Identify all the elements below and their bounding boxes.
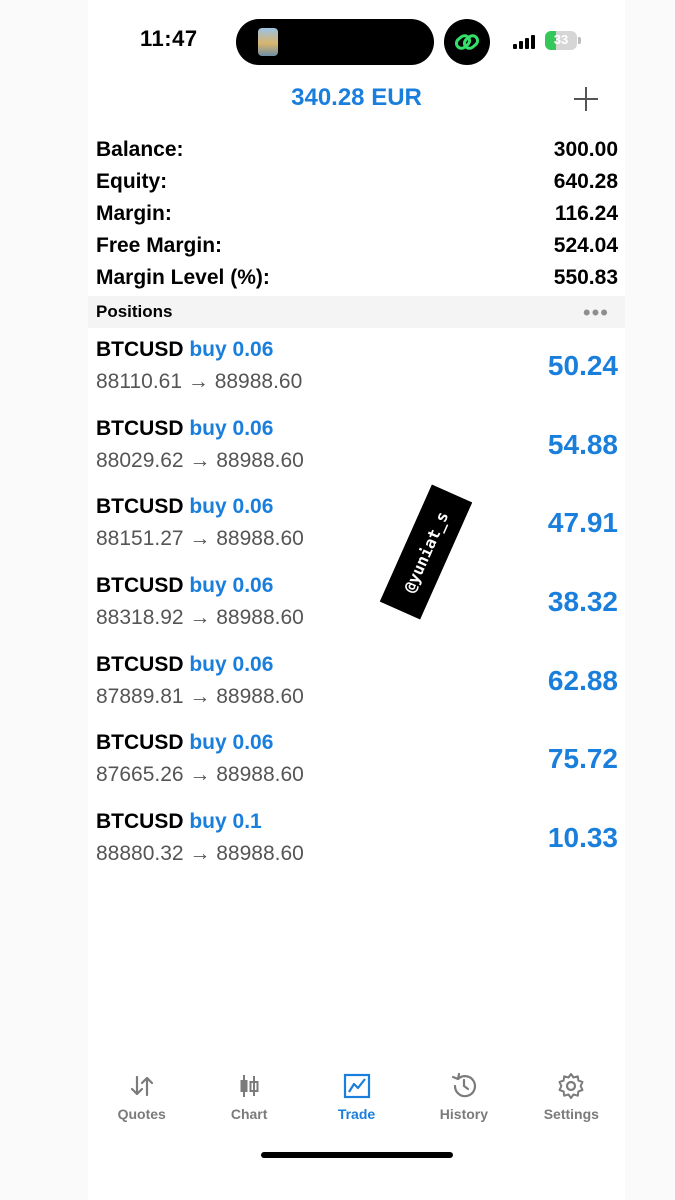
battery-tip xyxy=(578,37,581,44)
more-options-icon[interactable]: ••• xyxy=(583,300,609,326)
media-thumbnail-icon xyxy=(258,28,278,56)
summary-value: 640.28 xyxy=(553,170,618,193)
tab-trade[interactable]: Trade xyxy=(303,1060,410,1140)
home-indicator[interactable] xyxy=(261,1152,453,1158)
position-profit: 47.91 xyxy=(547,507,618,539)
tab-quotes[interactable]: Quotes xyxy=(88,1060,195,1140)
position-profit: 75.72 xyxy=(547,743,618,775)
summary-label: Equity: xyxy=(96,170,168,193)
tab-chart[interactable]: Chart xyxy=(195,1060,302,1140)
cellular-signal-icon xyxy=(513,35,539,49)
position-row[interactable]: BTCUSD buy 0.1 88880.32 → 88988.60 10.33 xyxy=(96,808,618,887)
position-side: buy 0.06 xyxy=(189,338,274,361)
position-side: buy 0.06 xyxy=(189,416,274,440)
summary-value: 524.04 xyxy=(553,234,618,257)
gear-icon xyxy=(558,1073,584,1099)
history-icon xyxy=(451,1072,477,1098)
link-activity-icon xyxy=(444,19,490,65)
battery-level: 33 xyxy=(553,32,569,47)
position-prices: 88029.62 → 88988.60 xyxy=(96,448,304,472)
positions-section-header: Positions ••• xyxy=(88,296,625,328)
summary-value: 300.00 xyxy=(553,138,618,161)
position-prices: 87889.81 → 88988.60 xyxy=(96,684,304,708)
summary-label: Balance: xyxy=(96,138,184,161)
position-symbol: BTCUSD xyxy=(96,495,184,519)
tab-history[interactable]: History xyxy=(410,1060,517,1140)
position-prices: 87665.26 → 88988.60 xyxy=(96,763,304,787)
position-prices: 88880.32 → 88988.60 xyxy=(96,842,304,866)
position-prices: 88318.92 → 88988.60 xyxy=(96,606,304,630)
summary-label: Free Margin: xyxy=(96,234,223,257)
dynamic-island xyxy=(236,19,434,65)
battery-icon: 33 xyxy=(545,31,577,50)
summary-row-margin-level: Margin Level (%): 550.83 xyxy=(96,262,618,294)
positions-list: BTCUSD buy 0.06 88110.61 → 88988.60 50.2… xyxy=(96,336,618,887)
position-symbol: BTCUSD xyxy=(96,810,184,834)
positions-title: Positions xyxy=(96,302,173,321)
position-side: buy 0.06 xyxy=(189,495,274,519)
position-side: buy 0.06 xyxy=(189,574,274,598)
status-time: 11:47 xyxy=(140,26,198,51)
header-balance-title: 340.28 EUR xyxy=(291,84,422,111)
position-row[interactable]: BTCUSD buy 0.06 87889.81 → 88988.60 62.8… xyxy=(96,651,618,730)
position-side: buy 0.1 xyxy=(189,810,262,834)
position-profit: 38.32 xyxy=(547,586,618,618)
add-order-button[interactable] xyxy=(572,85,600,113)
summary-row-balance: Balance: 300.00 xyxy=(96,134,618,166)
position-side: buy 0.06 xyxy=(189,652,274,676)
position-profit: 10.33 xyxy=(547,822,618,854)
right-margin xyxy=(625,0,675,1200)
position-profit: 54.88 xyxy=(547,428,618,460)
position-symbol: BTCUSD xyxy=(96,652,184,676)
tab-label: Settings xyxy=(543,1106,599,1122)
position-symbol: BTCUSD xyxy=(96,338,184,361)
position-profit: 62.88 xyxy=(547,664,618,696)
position-row[interactable]: BTCUSD buy 0.06 88151.27 → 88988.60 47.9… xyxy=(96,493,618,572)
trade-icon xyxy=(343,1073,370,1099)
account-summary: Balance: 300.00 Equity: 640.28 Margin: 1… xyxy=(96,134,618,294)
tab-label: Quotes xyxy=(117,1106,166,1122)
position-prices: 88110.61 → 88988.60 xyxy=(96,370,303,393)
tab-label: Chart xyxy=(230,1106,268,1122)
position-profit: 50.24 xyxy=(547,350,618,381)
summary-row-equity: Equity: 640.28 xyxy=(96,166,618,198)
position-prices: 88151.27 → 88988.60 xyxy=(96,527,304,551)
summary-label: Margin Level (%): xyxy=(96,266,270,289)
position-symbol: BTCUSD xyxy=(96,574,184,598)
left-margin xyxy=(0,0,88,1200)
summary-value: 116.24 xyxy=(554,202,618,225)
position-side: buy 0.06 xyxy=(189,731,274,755)
tab-settings[interactable]: Settings xyxy=(518,1060,625,1140)
position-symbol: BTCUSD xyxy=(96,731,184,755)
position-row[interactable]: BTCUSD buy 0.06 88029.62 → 88988.60 54.8… xyxy=(96,415,618,494)
summary-label: Margin: xyxy=(96,202,172,225)
position-row[interactable]: BTCUSD buy 0.06 88318.92 → 88988.60 38.3… xyxy=(96,572,618,651)
summary-row-free-margin: Free Margin: 524.04 xyxy=(96,230,618,262)
summary-row-margin: Margin: 116.24 xyxy=(96,198,618,230)
candles-icon xyxy=(240,1075,259,1097)
position-symbol: BTCUSD xyxy=(96,416,184,440)
tab-label: Trade xyxy=(337,1106,376,1122)
quotes-icon xyxy=(130,1075,153,1097)
summary-value: 550.83 xyxy=(553,266,618,289)
position-row[interactable]: BTCUSD buy 0.06 87665.26 → 88988.60 75.7… xyxy=(96,729,618,808)
tab-label: History xyxy=(439,1106,489,1122)
bottom-tab-bar: Quotes Chart Trade History Settings xyxy=(88,1060,625,1140)
position-row[interactable]: BTCUSD buy 0.06 88110.61 → 88988.60 50.2… xyxy=(96,336,618,415)
